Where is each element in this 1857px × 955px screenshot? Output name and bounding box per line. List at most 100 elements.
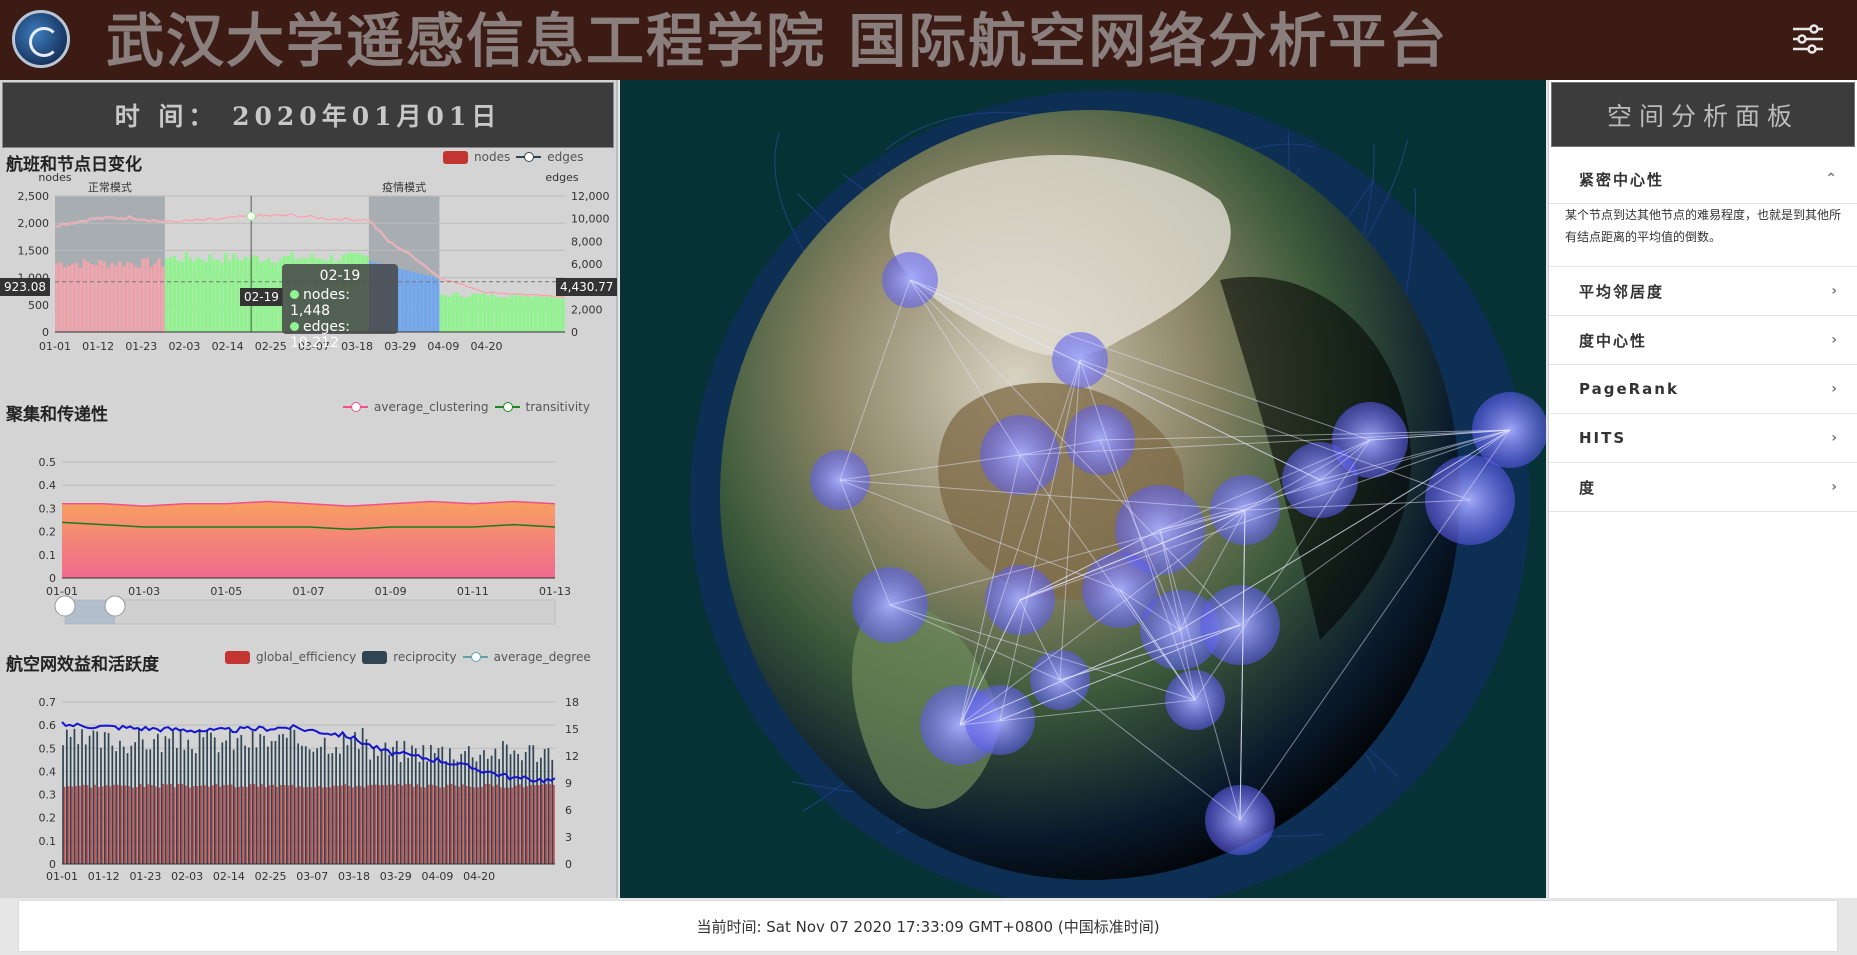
efficiency-bar [71, 786, 74, 864]
reciprocity-bar [62, 745, 64, 864]
y-right-tick: 8,000 [571, 235, 603, 248]
chart2-legend[interactable]: average_clustering transitivity [343, 400, 590, 414]
efficiency-bar [97, 787, 100, 864]
efficiency-bar [116, 784, 119, 864]
reciprocity-bar [88, 735, 91, 864]
reciprocity-bar [346, 745, 349, 864]
nodes-bar [455, 292, 459, 332]
nodes-bar [180, 261, 185, 332]
accordion-closeness-centrality[interactable]: 紧密中心性 ⌃ [1549, 155, 1857, 204]
datazoom-handle-left [54, 595, 76, 617]
reciprocity-bar [437, 748, 440, 864]
nodes-bar [545, 295, 550, 332]
x-tick: 01-11 [457, 585, 489, 598]
efficiency-bar [105, 785, 108, 864]
efficiency-bar [313, 787, 316, 864]
reciprocity-bar [452, 759, 455, 864]
nodes-bar [176, 260, 181, 332]
y-right-tick: 3 [565, 831, 572, 844]
reciprocity-bar [175, 747, 178, 864]
efficiency-bar [507, 787, 510, 864]
legend-efficiency-swatch [225, 650, 250, 664]
chart-clustering[interactable]: 00.10.20.30.40.501-01 01-03 01-05 01-07 01-0… [0, 440, 618, 625]
globe-canvas[interactable] [620, 80, 1546, 898]
efficiency-bar [230, 784, 233, 864]
efficiency-bar [279, 784, 282, 864]
efficiency-bar [336, 785, 339, 864]
accordion-average-neighbor-degree[interactable]: 平均邻居度 › [1549, 267, 1857, 316]
left-axis-name: nodes [38, 172, 71, 184]
efficiency-bar [344, 784, 347, 864]
efficiency-bar [128, 786, 131, 864]
accordion-degree[interactable]: 度 › [1549, 463, 1857, 512]
globe-view[interactable] [620, 80, 1546, 898]
y-tick: 0.3 [39, 502, 57, 515]
efficiency-bar [526, 786, 529, 864]
reciprocity-bar [547, 748, 550, 864]
pointer-dot [246, 211, 256, 221]
nodes-bar [549, 296, 553, 332]
nodes-bar [553, 296, 557, 332]
reciprocity-bar [100, 747, 102, 864]
reciprocity-bar [187, 739, 190, 864]
reciprocity-bar [160, 752, 163, 864]
reciprocity-bar [179, 729, 182, 864]
reciprocity-bar [433, 753, 436, 864]
reciprocity-bar [206, 730, 209, 864]
tooltip-nodes: nodes: 1,448 [290, 287, 350, 319]
chart3-legend[interactable]: global_efficiency reciprocity average_de… [225, 650, 591, 664]
efficiency-bar [321, 787, 324, 864]
reciprocity-bar [126, 753, 129, 864]
efficiency-bar [67, 786, 70, 864]
reciprocity-bar [399, 761, 402, 864]
accordion-degree-centrality[interactable]: 度中心性 › [1549, 316, 1857, 365]
efficiency-bar [249, 784, 252, 864]
nodes-bar [557, 293, 561, 332]
mark-right-label: 4,430.77 [556, 278, 618, 296]
chart1-legend[interactable]: nodes edges [443, 150, 583, 164]
reciprocity-bar [168, 738, 171, 864]
nodes-bar [424, 275, 428, 332]
x-tick: 03-18 [338, 870, 370, 883]
reciprocity-bar [456, 761, 459, 864]
reciprocity-bar [297, 743, 300, 864]
panel-title: 空间分析面板 [1551, 82, 1855, 147]
nodes-bar [475, 293, 479, 332]
reciprocity-bar [191, 748, 193, 864]
efficiency-bar [480, 786, 483, 864]
nodes-bar [169, 257, 173, 332]
reciprocity-bar [502, 741, 504, 864]
reciprocity-bar [426, 761, 428, 864]
reciprocity-bar [411, 745, 413, 864]
reciprocity-bar [198, 728, 201, 864]
reciprocity-bar [540, 757, 542, 864]
efficiency-bar [450, 783, 453, 864]
legend-efficiency-label: global_efficiency [256, 650, 357, 664]
nodes-bar [133, 266, 138, 332]
nodes-bar [412, 272, 416, 332]
x-tick: 04-20 [471, 340, 503, 353]
accordion-hits[interactable]: HITS › [1549, 414, 1857, 463]
sliders-icon[interactable] [1791, 22, 1825, 56]
nodes-bar [94, 265, 98, 332]
x-tick: 02-25 [255, 340, 287, 353]
reciprocity-bar [232, 749, 235, 864]
reciprocity-bar [65, 729, 68, 864]
nodes-bar [471, 293, 475, 332]
nodes-bar [451, 293, 455, 332]
accordion-pagerank[interactable]: PageRank › [1549, 365, 1857, 414]
chart-efficiency[interactable]: 00.10.20.30.40.50.60.7036912151801-01 01-… [0, 678, 618, 898]
efficiency-bar [86, 785, 89, 864]
accordion-label: 度中心性 [1579, 331, 1648, 350]
reciprocity-bar [259, 734, 262, 864]
reciprocity-bar [263, 735, 265, 864]
efficiency-bar [514, 785, 517, 864]
x-tick: 03-29 [380, 870, 412, 883]
accordion-description: 某个节点到达其他节点的难易程度，也就是到其他所有结点距离的平均值的倒数。 [1549, 204, 1857, 267]
x-tick: 03-07 [296, 870, 328, 883]
nodes-bar [220, 262, 224, 332]
nodes-bar [420, 274, 424, 332]
right-axis-name: edges [545, 172, 579, 184]
y-right-tick: 12,000 [571, 190, 610, 203]
efficiency-bar [442, 787, 445, 864]
